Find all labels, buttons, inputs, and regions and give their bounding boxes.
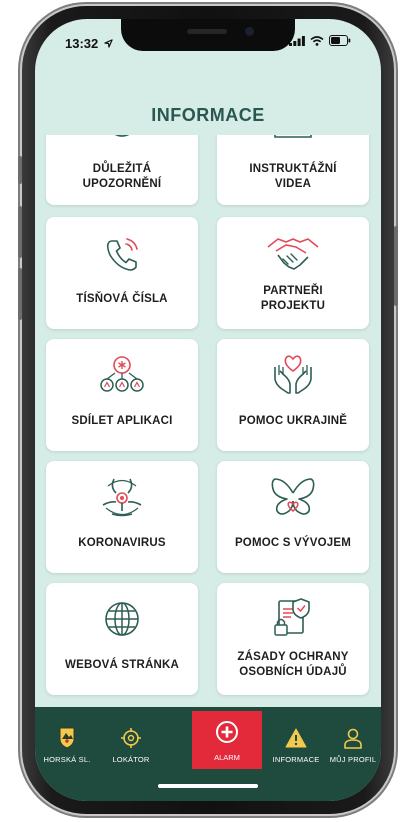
tile-website[interactable]: WEBOVÁ STRÁNKA <box>46 583 198 695</box>
tab-alarm-button[interactable]: ALARM <box>192 711 262 769</box>
status-time: 13:32 <box>65 36 113 51</box>
heart-hands-icon <box>217 353 369 395</box>
tile-label: TÍSŇOVÁ ČÍSLA <box>46 292 198 307</box>
mountain-rescue-badge-icon <box>57 727 77 749</box>
tile-label: ZÁSADY OCHRANY OSOBNÍCH ÚDAJŮ <box>217 650 369 680</box>
biohazard-icon <box>46 475 198 519</box>
tile-label-line2: VIDEA <box>274 178 312 190</box>
tab-informace[interactable]: INFORMACE <box>263 707 329 773</box>
tile-label-line1: WEBOVÁ STRÁNKA <box>65 659 179 671</box>
tab-horska-sluzba[interactable]: HORSKÁ SL. <box>37 707 97 773</box>
plus-circle-icon <box>215 720 239 749</box>
power-button <box>394 226 398 306</box>
tile-help-development[interactable]: POMOC S VÝVOJEM <box>217 461 369 573</box>
tile-label: INSTRUKTÁŽNÍ VIDEA <box>217 162 369 192</box>
wifi-icon <box>310 35 324 46</box>
mute-switch <box>18 156 22 184</box>
globe-icon <box>46 599 198 639</box>
tile-help-ukraine[interactable]: POMOC UKRAJINĚ <box>217 339 369 451</box>
tile-label-line1: POMOC S VÝVOJEM <box>234 537 352 549</box>
butterfly-heart-icon <box>217 475 369 519</box>
speaker <box>187 29 227 34</box>
tile-coronavirus[interactable]: KORONAVIRUS <box>46 461 198 573</box>
status-time-text: 13:32 <box>65 36 99 51</box>
tile-label-line2: PROJEKTU <box>260 300 326 312</box>
handshake-icon <box>217 233 369 275</box>
tile-share-app[interactable]: SDÍLET APLIKACI <box>46 339 198 451</box>
tile-label-line1: POMOC UKRAJINĚ <box>238 415 348 427</box>
warning-triangle-icon <box>285 727 307 749</box>
tile-label: SDÍLET APLIKACI <box>46 414 198 429</box>
app-screen: 13:32 INFORMACE DŮLEŽITÁ UPOZORNĚNÍ INST… <box>35 19 381 801</box>
tile-instruction-videos[interactable]: INSTRUKTÁŽNÍ VIDEA <box>217 135 369 205</box>
page-title: INFORMACE <box>151 105 265 125</box>
volume-up-button <box>18 206 22 258</box>
tile-privacy-policy[interactable]: ZÁSADY OCHRANY OSOBNÍCH ÚDAJŮ <box>217 583 369 695</box>
tile-label: POMOC S VÝVOJEM <box>217 536 369 551</box>
tile-important-alerts[interactable]: DŮLEŽITÁ UPOZORNĚNÍ <box>46 135 198 205</box>
privacy-shield-icon <box>217 595 369 639</box>
tile-label-line1: INSTRUKTÁŽNÍ <box>249 163 337 175</box>
tile-label: POMOC UKRAJINĚ <box>217 414 369 429</box>
volume-down-button <box>18 268 22 320</box>
front-camera <box>245 27 254 36</box>
tile-label: DŮLEŽITÁ UPOZORNĚNÍ <box>46 162 198 192</box>
location-arrow-icon <box>104 39 113 48</box>
tile-label-line1: TÍSŇOVÁ ČÍSLA <box>76 293 168 305</box>
notch <box>121 19 295 51</box>
tile-label-line2: OSOBNÍCH ÚDAJŮ <box>239 666 347 678</box>
bell-icon <box>46 135 198 141</box>
tile-label-line1: SDÍLET APLIKACI <box>71 415 173 427</box>
tile-label: KORONAVIRUS <box>46 536 198 551</box>
video-icon <box>217 135 369 141</box>
share-network-icon <box>46 353 198 395</box>
tab-label: HORSKÁ SL. <box>43 755 91 764</box>
tile-label-line1: ZÁSADY OCHRANY <box>237 651 349 663</box>
tile-label: PARTNEŘI PROJEKTU <box>217 284 369 314</box>
tab-muj-profil[interactable]: MŮJ PROFIL <box>325 707 381 773</box>
tab-label: ALARM <box>214 753 240 762</box>
info-grid: DŮLEŽITÁ UPOZORNĚNÍ INSTRUKTÁŽNÍ VIDEA T… <box>35 135 381 707</box>
tile-label-line1: DŮLEŽITÁ <box>92 163 152 175</box>
tile-project-partners[interactable]: PARTNEŘI PROJEKTU <box>217 217 369 329</box>
user-icon <box>342 727 364 749</box>
tab-lokator[interactable]: LOKÁTOR <box>101 707 161 773</box>
tile-label-line2: UPOZORNĚNÍ <box>82 178 162 190</box>
tile-label-line1: KORONAVIRUS <box>78 537 166 549</box>
tab-label: LOKÁTOR <box>112 755 150 764</box>
tile-label: WEBOVÁ STRÁNKA <box>46 658 198 673</box>
status-icons <box>289 35 351 46</box>
tab-label: MŮJ PROFIL <box>329 755 377 764</box>
home-indicator <box>158 784 258 788</box>
battery-icon <box>329 35 351 46</box>
tile-label-line1: PARTNEŘI <box>263 285 323 297</box>
tab-label: INFORMACE <box>272 755 320 764</box>
tile-emergency-numbers[interactable]: TÍSŇOVÁ ČÍSLA <box>46 217 198 329</box>
crosshair-icon <box>120 727 142 749</box>
phone-icon <box>46 235 198 275</box>
